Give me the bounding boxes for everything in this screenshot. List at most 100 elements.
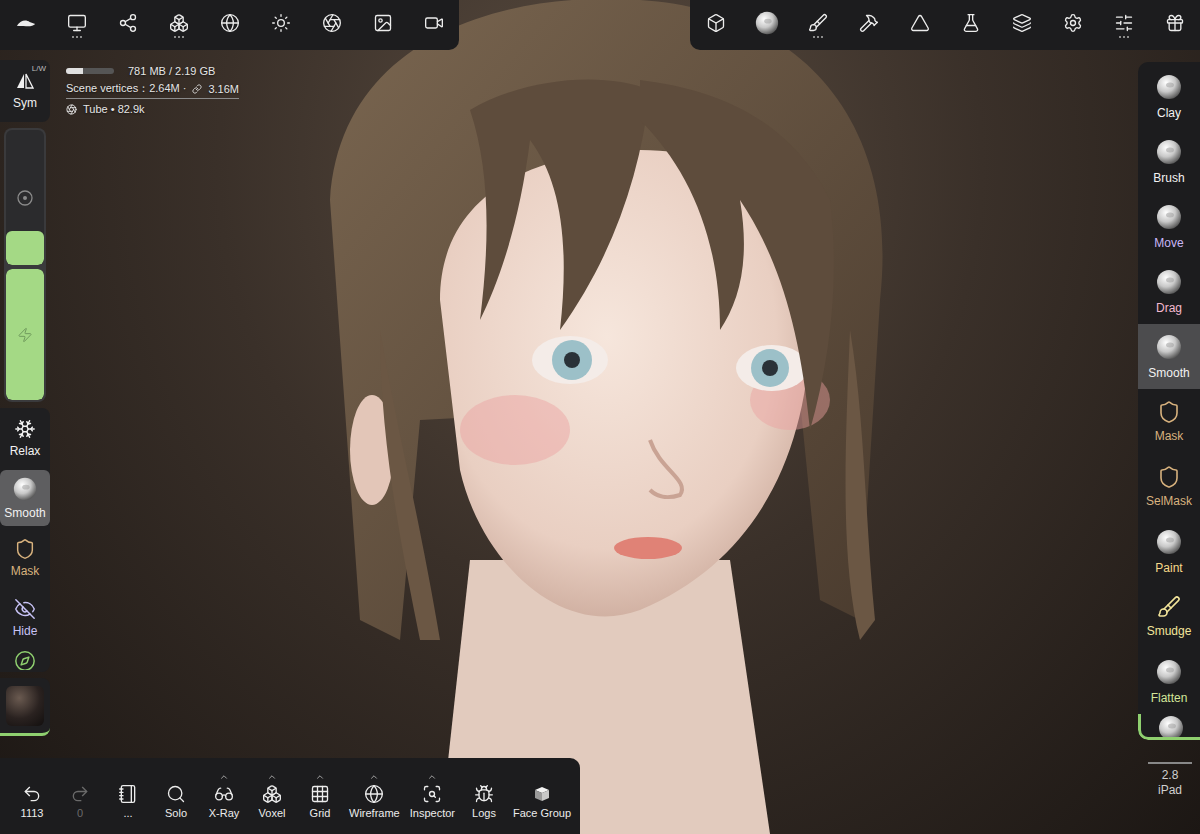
more-dots	[174, 36, 184, 38]
bottom-tool-label: Grid	[310, 807, 331, 820]
toolbar-button[interactable]	[0, 0, 51, 50]
left-tool[interactable]: Hide	[0, 590, 50, 646]
toolbar-button[interactable]	[741, 0, 792, 50]
object-row: Tube • 82.9k	[66, 102, 239, 116]
scene-stats: 781 MB / 2.19 GB Scene vertices：2.64M ·3.…	[66, 64, 239, 116]
xray-icon	[214, 784, 234, 804]
sculpt-tool[interactable]: Paint	[1138, 519, 1200, 584]
sculpt-tool[interactable]: Smooth	[1138, 324, 1200, 389]
toolbar-button[interactable]	[843, 0, 894, 50]
left-tool[interactable]: Smooth	[0, 470, 50, 526]
toolbar-button[interactable]	[1098, 0, 1149, 50]
slider-fill	[6, 231, 44, 265]
sculpt-tool[interactable]: Clay	[1138, 64, 1200, 129]
sculpt-tool-label: Flatten	[1151, 691, 1188, 705]
sculpt-tool[interactable]	[1138, 714, 1200, 740]
symmetry-button[interactable]: L/WSym	[0, 60, 50, 122]
radius-icon	[16, 189, 34, 207]
sculpt-tool[interactable]: Move	[1138, 194, 1200, 259]
caret-icon	[427, 772, 437, 782]
mask-icon	[1157, 465, 1181, 489]
bottom-tool-label: X-Ray	[209, 807, 240, 820]
bottom-tool-label: Voxel	[259, 807, 286, 820]
memory-row: 781 MB / 2.19 GB	[66, 64, 239, 78]
toolbar-button[interactable]	[1047, 0, 1098, 50]
image-icon	[373, 13, 393, 33]
voxel-icon	[262, 784, 282, 804]
options-caret	[219, 773, 229, 781]
logs-icon	[474, 784, 494, 804]
caret-icon	[315, 772, 325, 782]
solo-icon	[166, 784, 186, 804]
sculpt-render[interactable]	[0, 0, 1200, 834]
bottom-tool[interactable]: ...	[106, 773, 150, 820]
toolbar-button[interactable]	[153, 0, 204, 50]
grid-icon	[310, 784, 330, 804]
device-name: iPad	[1158, 783, 1182, 798]
toolbar-button[interactable]	[306, 0, 357, 50]
toolbar-button[interactable]	[408, 0, 459, 50]
sculpt-tool-label: Drag	[1156, 301, 1182, 315]
toolbar-button[interactable]	[996, 0, 1047, 50]
gear-icon	[1063, 13, 1083, 33]
toolbar-button[interactable]	[1149, 0, 1200, 50]
bottom-tool[interactable]: Grid	[298, 773, 342, 820]
monitor-icon	[67, 13, 87, 33]
sculpt-tool[interactable]: SelMask	[1138, 454, 1200, 519]
toolbar-button[interactable]	[51, 0, 102, 50]
bottom-tool[interactable]: Solo	[154, 773, 198, 820]
sculpt-tool[interactable]: Mask	[1138, 389, 1200, 454]
bottom-tool[interactable]: Inspector	[407, 773, 458, 820]
bottom-tool[interactable]: Wireframe	[346, 773, 403, 820]
bottom-tool-label: ...	[123, 807, 132, 820]
viewport[interactable]: 781 MB / 2.19 GB Scene vertices：2.64M ·3.…	[0, 0, 1200, 834]
bottom-tool[interactable]: Logs	[462, 773, 506, 820]
bottom-tool[interactable]: Voxel	[250, 773, 294, 820]
gizmo-button[interactable]	[0, 650, 50, 670]
vertices-row: Scene vertices：2.64M ·3.16M	[66, 81, 239, 99]
bottom-tool[interactable]: Face Group	[510, 773, 574, 820]
sculpt-tool[interactable]: Flatten	[1138, 649, 1200, 714]
sliders-icon	[1114, 13, 1134, 33]
video-icon	[424, 13, 444, 33]
left-tool[interactable]: Mask	[0, 530, 50, 586]
caret-icon	[369, 772, 379, 782]
hide-icon	[14, 598, 36, 620]
current-tool-icon	[754, 10, 780, 36]
bottom-tool-label: Inspector	[410, 807, 455, 820]
material-button[interactable]	[0, 678, 50, 736]
intensity-slider[interactable]	[6, 269, 44, 400]
object-text: Tube • 82.9k	[83, 103, 145, 115]
left-tool[interactable]: Relax	[0, 410, 50, 466]
redo-icon	[70, 784, 90, 804]
toolbar-button[interactable]	[894, 0, 945, 50]
undo-button[interactable]: 1113	[10, 773, 54, 820]
sculpt-tool[interactable]: Smudge	[1138, 584, 1200, 649]
sun-icon	[271, 13, 291, 33]
sculpt-tool[interactable]: Brush	[1138, 129, 1200, 194]
sculpt-tool-label: Smooth	[1148, 366, 1189, 380]
toolbar-button[interactable]	[357, 0, 408, 50]
radius-slider[interactable]	[6, 130, 44, 265]
bottom-tool-label: Wireframe	[349, 807, 400, 820]
smudge-icon	[1157, 595, 1181, 619]
toolbar-button[interactable]	[255, 0, 306, 50]
toolbar-button[interactable]	[690, 0, 741, 50]
options-caret	[427, 773, 437, 781]
toolbar-button[interactable]	[102, 0, 153, 50]
inspector-icon	[422, 784, 442, 804]
relax-icon	[14, 418, 36, 440]
toolbar-button[interactable]	[204, 0, 255, 50]
redo-button[interactable]: 0	[58, 773, 102, 820]
bottom-tool[interactable]: X-Ray	[202, 773, 246, 820]
object-icon	[66, 104, 77, 115]
mask-icon	[1157, 400, 1181, 424]
bottom-tool-label: Solo	[165, 807, 187, 820]
top-right-toolbar	[690, 0, 1200, 50]
toolbar-button[interactable]	[792, 0, 843, 50]
toolbar-button[interactable]	[945, 0, 996, 50]
sculpt-tool[interactable]: Drag	[1138, 259, 1200, 324]
tool-sphere-icon	[1155, 138, 1183, 166]
link-icon	[192, 84, 202, 94]
smooth-icon	[12, 476, 38, 502]
